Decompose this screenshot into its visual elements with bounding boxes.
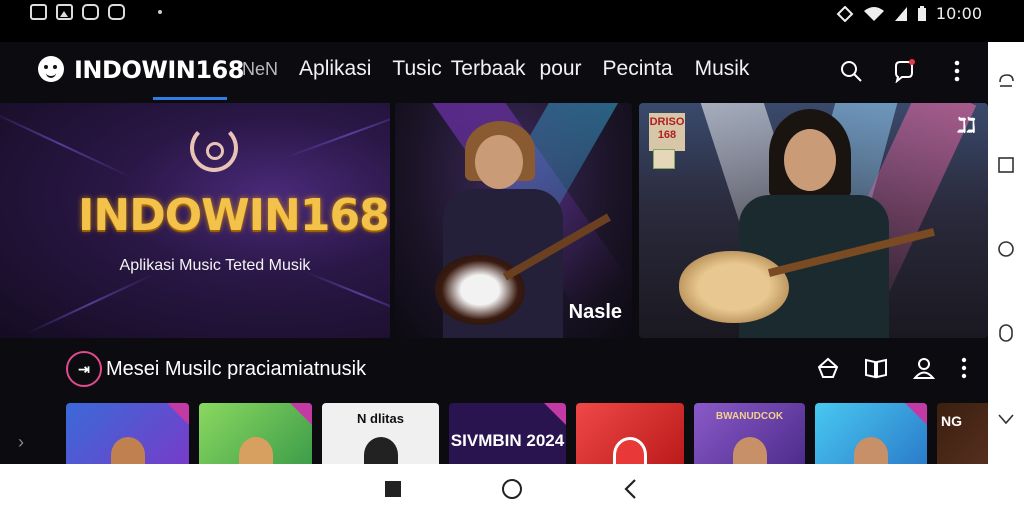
- active-tab-indicator: [153, 97, 227, 100]
- nav-tabs: NeN Aplikasi Tusic Terbaak pour Pecinta …: [242, 57, 770, 81]
- guitar-body: [435, 255, 525, 325]
- poster-icon: [653, 149, 675, 169]
- thumbnail-6[interactable]: BWANUDCOK: [694, 403, 805, 464]
- gallery-icon: [56, 4, 73, 20]
- status-left: [30, 4, 162, 20]
- logo-icon: [38, 56, 64, 82]
- thumbnail-figure: [110, 437, 145, 464]
- stop-square-icon[interactable]: [384, 480, 402, 498]
- thumbnail-corner: [905, 403, 927, 425]
- thumbnail-2[interactable]: [199, 403, 312, 464]
- thumbnail-6-text: BWANUDCOK: [715, 411, 784, 422]
- message-icon: [108, 4, 125, 20]
- chevron-down-icon[interactable]: [997, 410, 1015, 428]
- guitarist-head: [475, 135, 523, 189]
- search-icon: [841, 61, 862, 82]
- hero-logo-icon: [190, 124, 238, 172]
- home-icon[interactable]: [997, 240, 1015, 258]
- book-icon[interactable]: [864, 357, 888, 379]
- thumbnail-4[interactable]: SIVMBIN 2024: [449, 403, 566, 464]
- thumbnail-figure: [363, 437, 398, 464]
- user-icon[interactable]: [913, 357, 935, 379]
- light-streak: [303, 270, 390, 318]
- recents-icon[interactable]: [997, 156, 1015, 174]
- system-nav-bar: [0, 464, 1024, 512]
- section-actions: [817, 357, 968, 379]
- thumbnail-row: N dlitas SIVMBIN 2024 BWANUDCOK NG: [66, 403, 988, 464]
- app-logo-text[interactable]: INDOWIN168: [74, 56, 244, 84]
- thumbnail-figure: [238, 437, 273, 464]
- section-icon: ⇥: [66, 351, 102, 387]
- sim-icon: [894, 6, 907, 21]
- search-button[interactable]: [838, 58, 864, 84]
- stadium-icon[interactable]: [997, 324, 1015, 342]
- thumbnail-8[interactable]: NG: [937, 403, 988, 464]
- thumbnail-corner: [290, 403, 312, 425]
- vibrate-icon: [836, 5, 854, 22]
- thumbnail-7[interactable]: [815, 403, 927, 464]
- clock: 10:00: [935, 4, 982, 23]
- thumbnail-1[interactable]: [66, 403, 189, 464]
- rotate-icon[interactable]: [997, 72, 1015, 90]
- thumbnail-3[interactable]: N dlitas: [322, 403, 439, 464]
- thumbnail-3-text: N dlitas: [357, 411, 404, 426]
- scroll-left-arrow-icon[interactable]: ›: [18, 432, 24, 453]
- light-streak: [0, 109, 133, 179]
- guitar-body: [679, 251, 789, 323]
- tab-musik[interactable]: Musik: [695, 57, 750, 81]
- tab-pecinta[interactable]: Pecinta: [603, 57, 673, 81]
- thumbnail-corner: [544, 403, 566, 425]
- light-streak: [26, 273, 154, 335]
- thumbnail-figure: [732, 437, 767, 464]
- featured-card-2[interactable]: DRISO 168 ℷℷ: [639, 103, 988, 338]
- tab-pour[interactable]: pour: [540, 57, 582, 81]
- status-bar: 10:00: [0, 0, 1024, 26]
- system-side-bar: [988, 42, 1024, 464]
- tab-terbaak[interactable]: Terbaak: [451, 57, 526, 81]
- dot-icon: [158, 10, 162, 14]
- image-icon: [30, 4, 47, 20]
- featured-card-1[interactable]: Nasle: [395, 103, 632, 338]
- back-icon[interactable]: [623, 478, 637, 500]
- more-vert-icon[interactable]: [960, 357, 968, 379]
- thumbnail-figure: [854, 437, 888, 464]
- light-streak: [283, 109, 390, 159]
- tab-tusic[interactable]: Tusic: [392, 57, 441, 81]
- home-circle-icon[interactable]: [501, 478, 523, 500]
- tab-nen[interactable]: NeN: [242, 59, 278, 80]
- hero-banner[interactable]: INDOWIN168 Aplikasi Music Teted Musik: [0, 103, 390, 338]
- thumbnail-5[interactable]: [576, 403, 684, 464]
- thumbnail-corner: [167, 403, 189, 425]
- wifi-icon: [863, 6, 884, 21]
- hero-title: INDOWIN168: [78, 190, 390, 241]
- thumbnail-8-text: NG: [941, 413, 962, 429]
- hero-subtitle: Aplikasi Music Teted Musik: [119, 257, 311, 274]
- notification-badge: [909, 59, 915, 65]
- battery-icon: [917, 5, 926, 21]
- app-window: INDOWIN168 NeN Aplikasi Tusic Terbaak po…: [0, 42, 988, 464]
- top-navigation: INDOWIN168 NeN Aplikasi Tusic Terbaak po…: [0, 42, 988, 100]
- section-header: ⇥ Mesei Musilc praciamiatnusik: [66, 351, 986, 387]
- thumbnail-figure: [613, 437, 647, 464]
- guitarist-head: [784, 129, 836, 191]
- bookmark-share-icon[interactable]: [817, 357, 839, 379]
- more-menu-button[interactable]: [944, 58, 970, 84]
- featured-card-2-badge: DRISO 168: [649, 113, 685, 151]
- notification-button[interactable]: [891, 58, 917, 84]
- featured-card-1-label: Nasle: [568, 301, 622, 323]
- featured-card-2-corner-text: ℷℷ: [957, 115, 976, 137]
- status-right: 10:00: [836, 4, 982, 23]
- more-vert-icon: [954, 60, 960, 82]
- thumbnail-4-text: SIVMBIN 2024: [450, 431, 565, 450]
- shield-icon: [82, 4, 99, 20]
- tab-aplikasi[interactable]: Aplikasi: [299, 57, 371, 81]
- section-title: Mesei Musilc praciamiatnusik: [106, 358, 367, 380]
- header-actions: [838, 58, 970, 84]
